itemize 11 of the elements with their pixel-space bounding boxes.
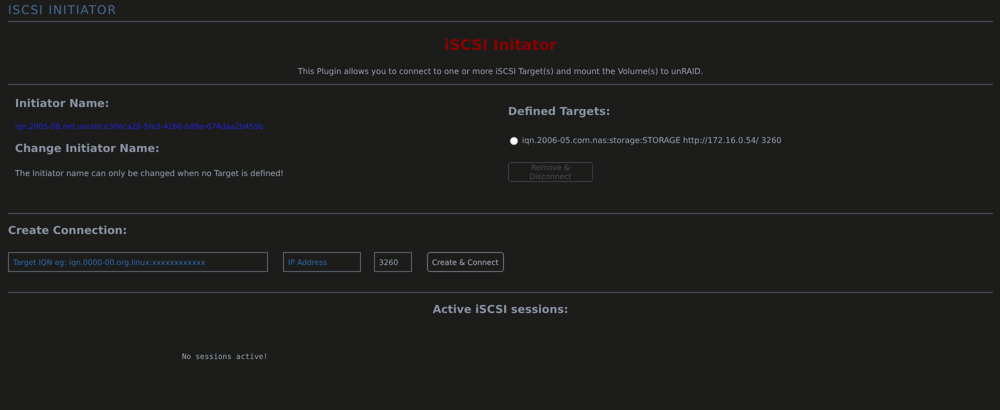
plugin-description: This Plugin allows you to connect to one or more iSCSI Target(s) and mount the Volume(s) to unRAID.	[296, 67, 704, 76]
target-label: iqn.2006-05.com.nas:storage:STORAGE http://172.16.0.54/ 3260	[522, 136, 782, 145]
section-heading: Initiator Name:	[15, 97, 110, 110]
plugin-title: iSCSI Initator	[443, 36, 558, 54]
section-heading: Change Initiator Name:	[15, 142, 160, 155]
initiator-note: The Initiator name can only be changed when no Target is defined!	[15, 169, 285, 178]
radio-button[interactable]	[510, 136, 518, 144]
page-title: ISCSI INITIATOR	[8, 0, 993, 22]
section-heading: Create Connection:	[8, 224, 128, 237]
section-heading: Active iSCSI sessions:	[432, 303, 570, 316]
section-heading: Defined Targets:	[508, 105, 612, 118]
